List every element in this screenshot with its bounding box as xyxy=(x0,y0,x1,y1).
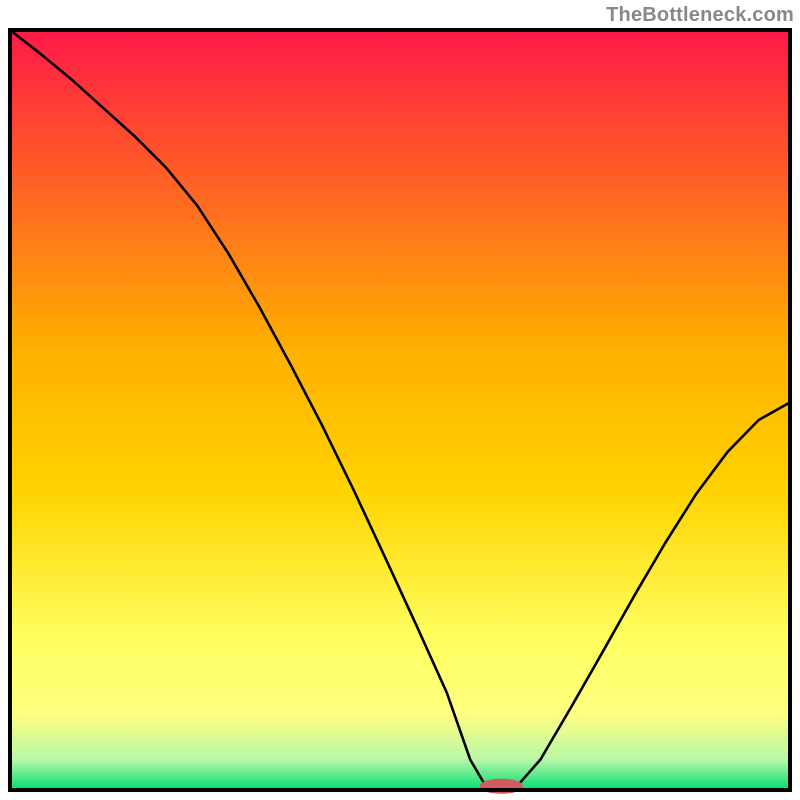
watermark: TheBottleneck.com xyxy=(606,4,794,27)
gradient-background xyxy=(10,30,790,790)
chart-frame: { "watermark": { "text": "TheBottleneck.… xyxy=(0,0,800,800)
bottleneck-chart xyxy=(0,0,800,800)
plot-area xyxy=(10,30,790,794)
